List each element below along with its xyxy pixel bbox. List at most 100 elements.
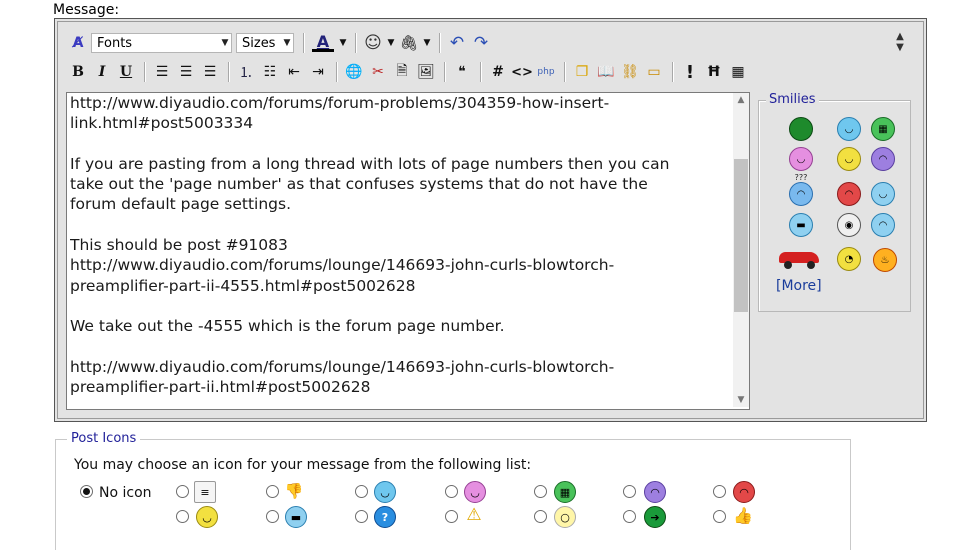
radio-post-icon[interactable] (623, 510, 636, 523)
smile-icon[interactable]: ◡ (837, 147, 861, 171)
tongue-smiley-icon[interactable]: ◡ (789, 147, 813, 171)
undo-icon[interactable]: ↶ (446, 32, 468, 54)
frown-smiley-icon[interactable]: ◠ (871, 147, 895, 171)
align-left-icon[interactable]: ☰ (151, 61, 173, 83)
smiley-menu-icon[interactable]: ☺ (362, 32, 384, 54)
chain-link-icon[interactable]: ⛓ (619, 61, 641, 83)
chevron-down-icon[interactable]: ▼ (422, 32, 432, 54)
font-color-button[interactable]: A (310, 32, 336, 54)
book-icon[interactable]: 📖 (595, 61, 617, 83)
size-select-value: Sizes (242, 35, 276, 51)
radio-post-icon[interactable] (445, 510, 458, 523)
chevron-down-icon[interactable]: ▼ (386, 32, 396, 54)
php-icon[interactable]: php (535, 61, 557, 83)
exclamation-button[interactable]: ! (679, 61, 701, 83)
radio-post-icon[interactable] (266, 510, 279, 523)
fire-icon[interactable]: ♨ (873, 248, 897, 272)
font-color-swatch (312, 49, 334, 52)
video-icon[interactable]: ▭ (643, 61, 665, 83)
insert-file-icon[interactable]: 🗎 (391, 61, 413, 83)
chevron-down-icon: ▼ (283, 38, 291, 48)
radio-post-icon[interactable] (266, 485, 279, 498)
cool-smiley-icon[interactable]: ▬ (789, 213, 813, 237)
rolleyes-smiley-icon[interactable]: ◡ (871, 182, 895, 206)
redo-icon[interactable]: ↷ (470, 32, 492, 54)
align-right-icon[interactable]: ☰ (199, 61, 221, 83)
toolbar-divider (480, 62, 482, 82)
remove-format-icon[interactable]: A̸ (67, 32, 89, 54)
toolbar-divider (144, 62, 146, 82)
ordered-list-icon[interactable]: ⒈ (235, 61, 257, 83)
confused-mark: ??? (794, 173, 808, 182)
copy-icon[interactable]: ❐ (571, 61, 593, 83)
toolbar-divider (444, 62, 446, 82)
outdent-icon[interactable]: ⇤ (283, 61, 305, 83)
wink-smiley-icon[interactable]: ◡ (837, 117, 861, 141)
insert-link-icon[interactable]: 🌐 (343, 61, 365, 83)
thumbs-down-icon: 👎 (284, 482, 304, 500)
indent-icon[interactable]: ⇥ (307, 61, 329, 83)
quote-icon[interactable]: ❝ (451, 61, 473, 83)
message-textarea[interactable]: http://www.diyaudio.com/forums/forum-pro… (66, 92, 750, 410)
scroll-up-icon[interactable]: ▲ (733, 93, 749, 107)
eek-smiley-icon[interactable]: ◉ (837, 213, 861, 237)
radio-post-icon[interactable] (713, 510, 726, 523)
horizontal-rule-icon[interactable]: Ħ (703, 61, 725, 83)
radio-post-icon[interactable] (176, 510, 189, 523)
vertical-scrollbar[interactable]: ▲ ▼ (733, 93, 749, 407)
radio-post-icon[interactable] (355, 510, 368, 523)
table-icon[interactable]: ▦ (727, 61, 749, 83)
unlink-icon[interactable]: ✂ (367, 61, 389, 83)
font-select[interactable]: Fonts ▼ (91, 33, 232, 53)
post-icons-description: You may choose an icon for your message … (74, 457, 532, 473)
document-icon: ≡ (194, 481, 216, 503)
scrollbar-thumb[interactable] (734, 159, 748, 312)
code-button[interactable]: <> (511, 61, 533, 83)
italic-button[interactable]: I (91, 61, 113, 83)
hash-button[interactable]: # (487, 61, 509, 83)
radio-post-icon[interactable] (355, 485, 368, 498)
chevron-down-icon[interactable]: ▼ (338, 32, 348, 54)
message-text[interactable]: http://www.diyaudio.com/forums/forum-pro… (70, 93, 725, 407)
radio-post-icon[interactable] (176, 485, 189, 498)
smilies-legend: Smilies (766, 92, 819, 107)
radio-post-icon[interactable] (534, 510, 547, 523)
radio-post-icon[interactable] (713, 485, 726, 498)
insert-image-icon[interactable]: 🖼 (415, 61, 437, 83)
radio-no-icon[interactable] (80, 485, 93, 498)
crying-smiley-icon[interactable]: ◠ (871, 213, 895, 237)
size-select[interactable]: Sizes ▼ (236, 33, 294, 53)
smile-icon: ◡ (196, 506, 218, 528)
wink-icon: ◡ (374, 481, 396, 503)
resize-toggle-icon[interactable]: ▲ ▼ (893, 31, 907, 53)
scroll-down-icon[interactable]: ▼ (733, 393, 749, 407)
car-wheel (784, 261, 792, 269)
confused-smiley-icon[interactable]: ??? ◠ (789, 173, 813, 206)
warning-icon: ⚠ (466, 505, 482, 525)
mad-smiley-icon[interactable]: ◠ (837, 182, 861, 206)
toolbar-row-1: A̸ Fonts ▼ Sizes ▼ A ▼ ☺ ▼ 🖇 ▼ ↶ ↷ (67, 31, 494, 55)
question-icon: ? (374, 506, 396, 528)
radio-post-icon[interactable] (623, 485, 636, 498)
green-smiley-icon[interactable] (789, 117, 813, 141)
toolbar-divider (336, 62, 338, 82)
toolbar-divider (303, 33, 305, 53)
radio-post-icon[interactable] (445, 485, 458, 498)
underline-button[interactable]: U (115, 61, 137, 83)
thumbs-up-icon: 👍 (733, 505, 753, 525)
no-icon-label: No icon (99, 485, 152, 501)
toolbar-divider (228, 62, 230, 82)
arrow-right-icon: ➔ (644, 506, 666, 528)
grin-smiley-icon[interactable]: ▦ (871, 117, 895, 141)
paperclip-icon[interactable]: 🖇 (398, 32, 420, 54)
cool-icon: ▬ (285, 506, 307, 528)
toolbar-row-2: B I U ☰ ☰ ☰ ⒈ ☷ ⇤ ⇥ 🌐 ✂ 🗎 🖼 ❝ # <> php ❐… (67, 60, 751, 84)
unordered-list-icon[interactable]: ☷ (259, 61, 281, 83)
more-smilies-link[interactable]: [More] (776, 278, 822, 294)
bold-button[interactable]: B (67, 61, 89, 83)
car-icon[interactable] (775, 248, 825, 269)
message-label: Message: (53, 2, 120, 18)
thinking-smiley-icon[interactable]: ◔ (837, 247, 861, 271)
align-center-icon[interactable]: ☰ (175, 61, 197, 83)
radio-post-icon[interactable] (534, 485, 547, 498)
